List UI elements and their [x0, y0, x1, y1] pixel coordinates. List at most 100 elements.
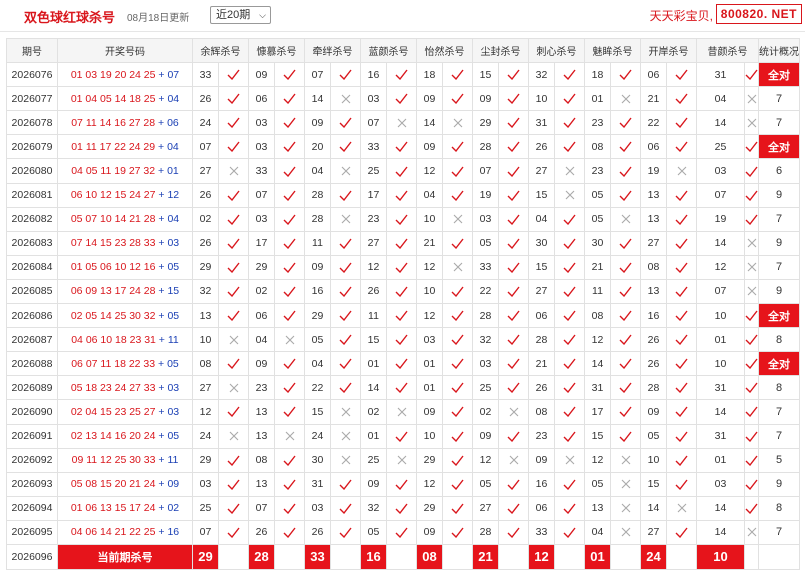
kill-number: 06: [640, 62, 667, 88]
check-icon: [498, 327, 529, 353]
red-balls: 02 05 14 25 30 32: [70, 309, 156, 322]
check-icon: [442, 519, 473, 545]
draw-numbers-cell: 05 18 23 24 27 33 + 03: [57, 375, 193, 401]
blank-cell: [744, 543, 759, 570]
period-cell: 2026087: [6, 327, 58, 353]
brand-text[interactable]: 天天彩宝贝,: [650, 7, 713, 24]
stat-cell: 8: [758, 327, 800, 353]
stat-cell: 7: [758, 399, 800, 425]
kill-number: 05: [304, 327, 331, 353]
check-icon: [554, 230, 585, 256]
kill-number: 07: [192, 134, 219, 160]
check-icon: [386, 375, 417, 401]
kill-number: 01: [696, 327, 745, 353]
check-icon: [498, 230, 529, 256]
kill-number: 13: [248, 399, 275, 425]
kill-number: 31: [696, 423, 745, 449]
kill-number: 05: [472, 471, 499, 497]
period-cell: 2026076: [6, 62, 58, 88]
cross-icon: [218, 327, 249, 353]
kill-number: 07: [248, 182, 275, 208]
kill-number: 10: [696, 303, 745, 329]
cross-icon: [744, 230, 759, 256]
check-icon: [386, 423, 417, 449]
kill-number: 16: [640, 303, 667, 329]
kill-number: 03: [472, 351, 499, 377]
check-icon: [386, 86, 417, 112]
blue-ball: 05: [167, 357, 179, 370]
current-period-row: 2026096 当前期杀号 29 28 33 16 08 21 12 01 24 10: [6, 543, 800, 570]
plus-separator: +: [155, 237, 168, 250]
table-row: 2026086 02 05 14 25 30 32 + 05 13 06 29 11 12 2…: [6, 303, 800, 329]
cross-icon: [330, 423, 361, 449]
kill-number: 15: [360, 327, 387, 353]
kill-number: 12: [360, 254, 387, 280]
draw-numbers-cell: 04 05 11 19 27 32 + 01: [57, 158, 193, 184]
kill-number: 14: [360, 375, 387, 401]
kill-number: 21: [528, 351, 555, 377]
check-icon: [554, 206, 585, 232]
draw-numbers-cell: 02 04 15 23 25 27 + 03: [57, 399, 193, 425]
check-icon: [498, 110, 529, 136]
stat-cell: 全对: [758, 62, 800, 88]
draw-numbers-cell: 07 14 15 23 28 33 + 03: [57, 230, 193, 256]
check-icon: [442, 86, 473, 112]
kill-number: 02: [360, 399, 387, 425]
kill-number: 31: [528, 110, 555, 136]
blue-ball: 03: [167, 405, 180, 418]
table-row: 2026085 06 09 13 17 24 28 + 15 32 02 16 26 10 2…: [6, 278, 800, 305]
check-icon: [330, 278, 361, 305]
kill-number: 26: [192, 230, 219, 256]
stat-cell: 全对: [758, 134, 800, 160]
kill-number: 31: [584, 375, 611, 401]
check-icon: [610, 399, 641, 425]
kill-number: 09: [472, 86, 499, 112]
chevron-down-icon: ⌵: [259, 10, 266, 20]
check-icon: [218, 254, 249, 280]
check-icon: [666, 375, 697, 401]
plus-separator: +: [155, 333, 168, 346]
kill-number: 10: [696, 351, 745, 377]
kill-number: 14: [696, 110, 745, 136]
kill-number: 11: [304, 230, 331, 256]
range-select[interactable]: 近20期 ⌵: [210, 6, 271, 24]
kill-number: 13: [248, 423, 275, 449]
kill-number: 24: [304, 423, 331, 449]
kill-number: 23: [360, 206, 387, 232]
cross-icon: [330, 399, 361, 425]
check-icon: [554, 86, 585, 112]
kill-number: 03: [416, 327, 443, 353]
check-icon: [274, 86, 305, 112]
kill-number: 23: [584, 158, 611, 184]
plus-separator: +: [155, 430, 168, 443]
cross-icon: [386, 447, 417, 473]
check-icon: [666, 303, 697, 329]
kill-number: 19: [696, 206, 745, 232]
check-icon: [498, 375, 529, 401]
kill-number: 16: [304, 278, 331, 305]
blank-cell: [274, 543, 305, 570]
check-icon: [744, 423, 759, 449]
check-icon: [554, 278, 585, 305]
red-balls: 01 04 05 14 18 25: [70, 92, 156, 105]
kill-number: 12: [416, 254, 443, 280]
check-icon: [442, 447, 473, 473]
check-icon: [330, 182, 361, 208]
kill-number: 10: [528, 86, 555, 112]
column-header: 尘封杀号: [472, 37, 529, 64]
kill-number: 15: [584, 423, 611, 449]
table-row: 2026089 05 18 23 24 27 33 + 03 27 23 22 14 01 2…: [6, 375, 800, 401]
kill-number: 31: [696, 62, 745, 88]
check-icon: [330, 110, 361, 136]
site-logo[interactable]: 800820. NET: [715, 4, 802, 24]
kill-number: 09: [472, 423, 499, 449]
period-cell: 2026078: [6, 110, 58, 136]
check-icon: [330, 495, 361, 521]
check-icon: [386, 158, 417, 184]
kill-number: 33: [472, 254, 499, 280]
column-header: 余辉杀号: [192, 37, 249, 64]
kill-number: 09: [304, 254, 331, 280]
kill-number: 15: [640, 471, 667, 497]
check-icon: [666, 86, 697, 112]
cross-icon: [554, 182, 585, 208]
